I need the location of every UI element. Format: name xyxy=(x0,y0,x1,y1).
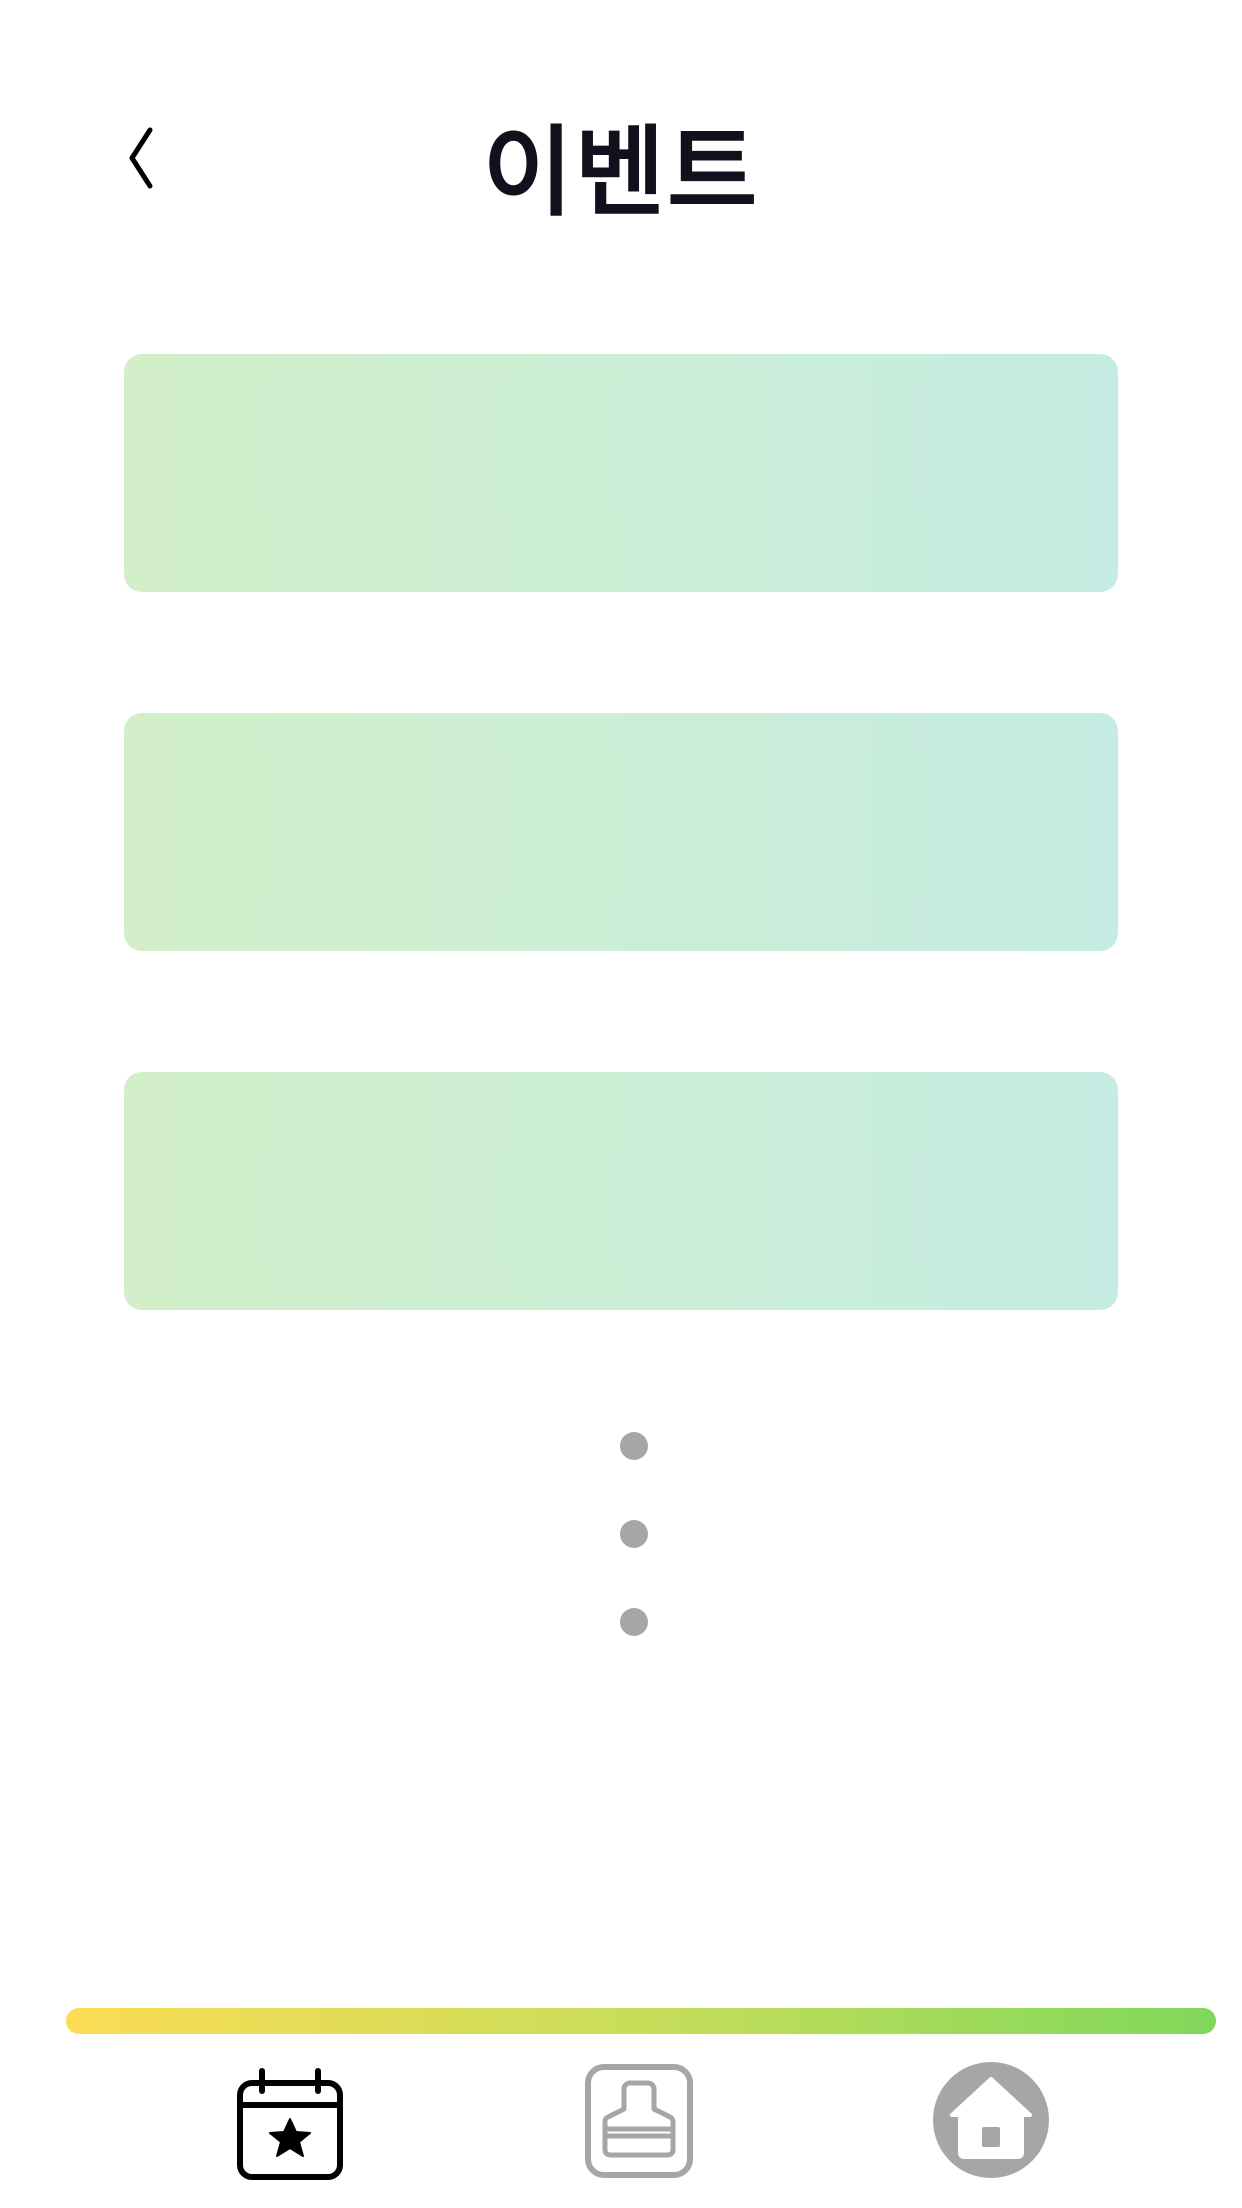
event-banner-3[interactable] xyxy=(124,1072,1118,1310)
tab-shop[interactable] xyxy=(574,2055,704,2185)
tab-event[interactable] xyxy=(228,2055,358,2185)
vertical-ellipsis-icon xyxy=(620,1432,648,1642)
ellipsis-dot xyxy=(620,1432,648,1460)
event-banner-2[interactable] xyxy=(124,713,1118,951)
home-icon xyxy=(933,2062,1049,2178)
shop-stamp-icon xyxy=(585,2064,693,2178)
calendar-star-icon xyxy=(237,2068,343,2180)
page-title: 이벤트 xyxy=(482,116,760,230)
event-banner-1[interactable] xyxy=(124,354,1118,592)
ellipsis-dot xyxy=(620,1520,648,1548)
tab-indicator-bar xyxy=(66,2008,1216,2034)
tab-home[interactable] xyxy=(926,2055,1056,2185)
ellipsis-dot xyxy=(620,1608,648,1636)
